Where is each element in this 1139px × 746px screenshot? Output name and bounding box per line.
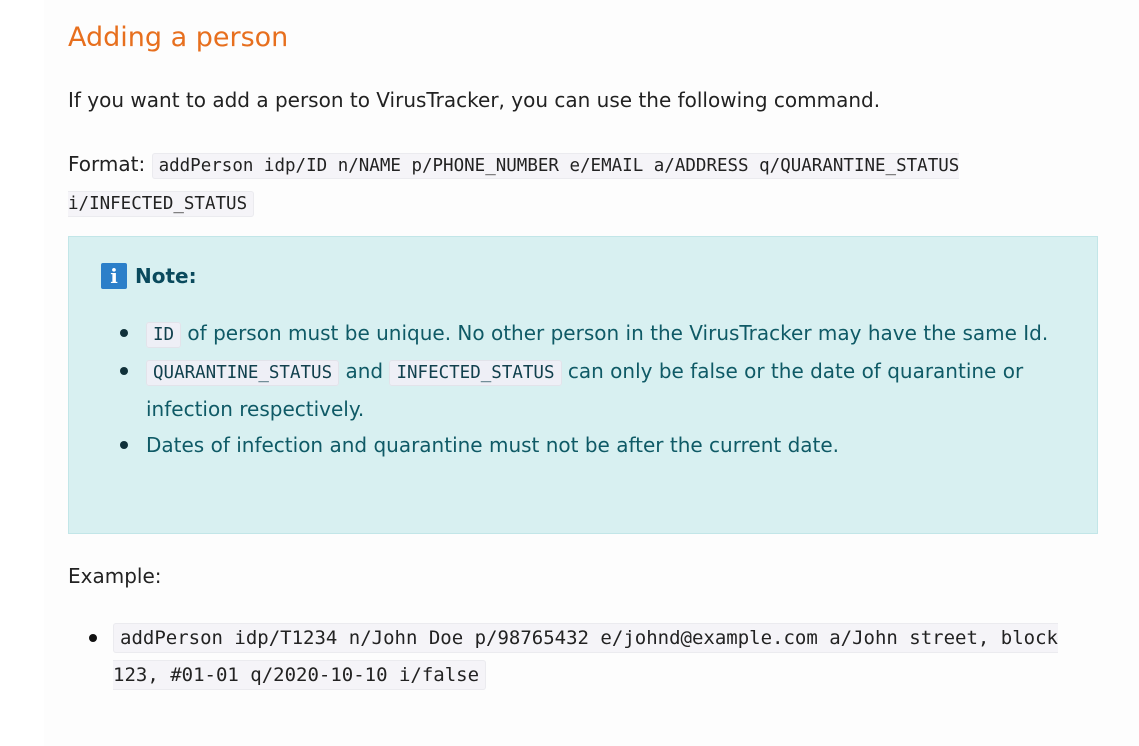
note-header: i Note: bbox=[101, 263, 197, 289]
intro-paragraph: If you want to add a person to VirusTrac… bbox=[68, 88, 881, 112]
note-list: ID of person must be unique. No other pe… bbox=[101, 315, 1106, 463]
inline-code: INFECTED_STATUS bbox=[389, 360, 562, 386]
example-list: addPerson idp/T1234 n/John Doe p/9876543… bbox=[68, 620, 1113, 694]
example-code: addPerson idp/T1234 n/John Doe p/9876543… bbox=[113, 623, 1058, 690]
format-code: addPerson idp/ID n/NAME p/PHONE_NUMBER e… bbox=[68, 153, 960, 217]
note-text: and bbox=[339, 359, 390, 383]
note-item-status-values: QUARANTINE_STATUS and INFECTED_STATUS ca… bbox=[120, 353, 1106, 427]
note-item-dates: Dates of infection and quarantine must n… bbox=[120, 427, 1106, 463]
note-item-id-unique: ID of person must be unique. No other pe… bbox=[120, 315, 1106, 353]
section-heading: Adding a person bbox=[68, 22, 289, 53]
inline-code: QUARANTINE_STATUS bbox=[146, 360, 340, 386]
list-item: addPerson idp/T1234 n/John Doe p/9876543… bbox=[89, 620, 1113, 694]
note-text: Dates of infection and quarantine must n… bbox=[146, 433, 840, 457]
format-paragraph: Format: addPerson idp/ID n/NAME p/PHONE_… bbox=[68, 146, 968, 222]
note-heading: Note: bbox=[135, 264, 197, 288]
note-box: i Note: ID of person must be unique. No … bbox=[68, 236, 1098, 534]
info-icon: i bbox=[101, 263, 127, 289]
note-text: of person must be unique. No other perso… bbox=[181, 321, 1049, 345]
document-page: Adding a person If you want to add a per… bbox=[44, 0, 1139, 746]
inline-code: ID bbox=[146, 322, 182, 348]
example-label: Example: bbox=[68, 564, 162, 588]
format-label: Format: bbox=[68, 152, 146, 176]
